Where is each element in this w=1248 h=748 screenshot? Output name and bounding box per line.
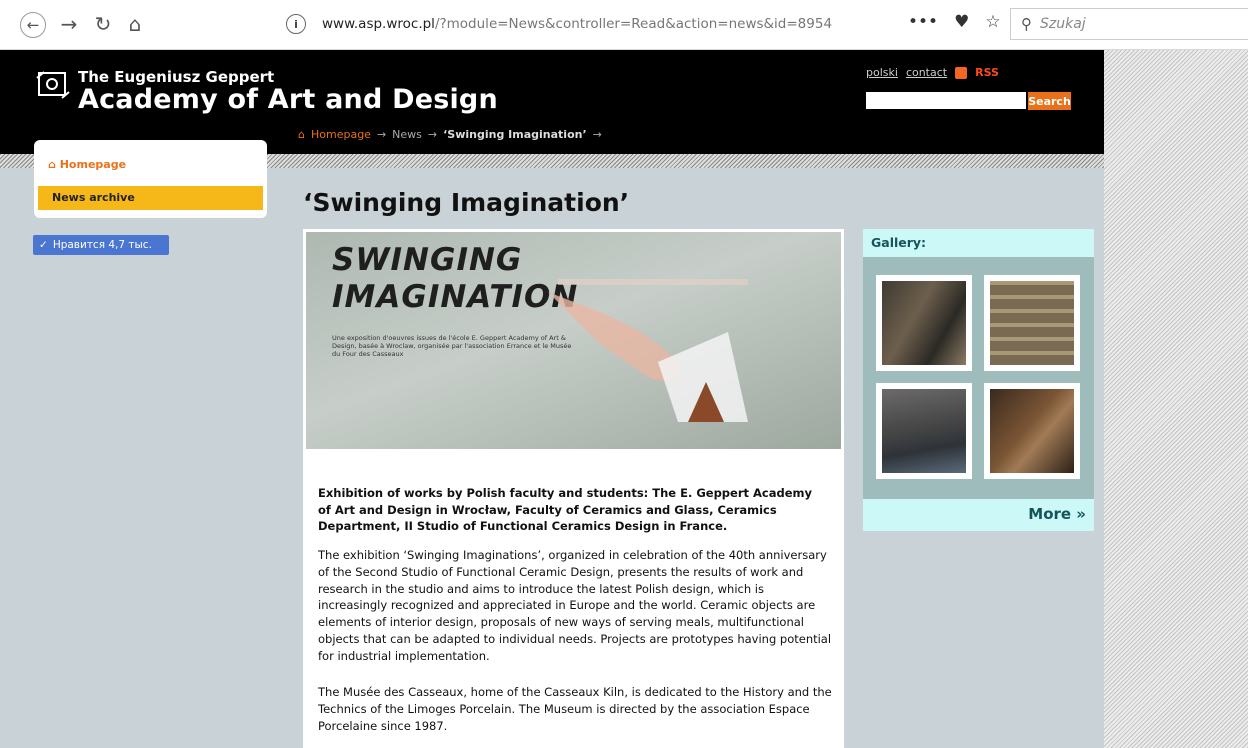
breadcrumb-separator: → (427, 128, 438, 141)
sidebar-item-homepage[interactable]: ⌂ Homepage (48, 158, 126, 171)
search-icon: ⚲ (1021, 15, 1032, 33)
url-text[interactable]: www.asp.wroc.pl/?module=News&controller=… (322, 16, 832, 32)
back-icon[interactable]: ← (20, 12, 46, 38)
hero-caption: Une exposition d'oeuvres issues de l'éco… (332, 334, 572, 359)
gallery-thumbnail[interactable] (876, 275, 972, 371)
breadcrumb-separator: → (376, 128, 387, 141)
check-icon: ✓ (39, 239, 48, 251)
header-links: polski contact RSS (866, 66, 999, 79)
gallery-thumbnail[interactable] (984, 275, 1080, 371)
gallery-more-link[interactable]: More » (1028, 505, 1086, 523)
forward-icon[interactable]: → (54, 9, 84, 39)
browser-toolbar: ← → ↻ ⌂ i www.asp.wroc.pl/?module=News&c… (0, 0, 1248, 50)
breadcrumb-news[interactable]: News (392, 128, 422, 141)
breadcrumb-home-icon[interactable]: ⌂ (298, 128, 305, 141)
gallery-thumbnail[interactable] (984, 383, 1080, 479)
like-count: Нравится 4,7 тыс. (52, 239, 152, 251)
site-search-input[interactable] (866, 92, 1026, 109)
page-actions: ••• ♥ ☆ (908, 12, 1001, 32)
site-title[interactable]: Academy of Art and Design (78, 84, 498, 115)
breadcrumb: ⌂ Homepage → News → ‘Swinging Imaginatio… (298, 128, 602, 141)
site-search-button[interactable]: Search (1028, 92, 1071, 110)
hand-illustration (548, 279, 748, 422)
reload-icon[interactable]: ↻ (88, 9, 118, 39)
rss-link[interactable]: RSS (975, 66, 999, 79)
breadcrumb-current: ‘Swinging Imagination’ (443, 128, 587, 141)
browser-search-input[interactable]: ⚲ Szukaj (1010, 8, 1248, 40)
gallery-panel: Gallery: More » (863, 229, 1094, 531)
sidebar-item-news-archive[interactable]: News archive (38, 186, 263, 210)
article-content: SWINGING IMAGINATION Une exposition d'oeu… (303, 229, 844, 748)
article-paragraph: The Musée des Casseaux, home of the Cass… (318, 685, 832, 733)
page-title: ‘Swinging Imagination’ (303, 188, 630, 217)
article-hero-image: SWINGING IMAGINATION Une exposition d'oeu… (306, 232, 841, 449)
rss-icon[interactable] (955, 66, 968, 79)
header-left-edge (0, 50, 18, 154)
polski-link[interactable]: polski (866, 66, 898, 79)
home-icon[interactable]: ⌂ (120, 9, 150, 39)
search-placeholder: Szukaj (1040, 16, 1086, 32)
article-lead: Exhibition of works by Polish faculty an… (318, 486, 812, 534)
gallery-footer: More » (863, 499, 1094, 531)
gallery-thumbnail[interactable] (876, 383, 972, 479)
breadcrumb-separator: → (592, 128, 602, 141)
academy-logo-icon[interactable] (36, 68, 70, 102)
breadcrumb-home[interactable]: Homepage (311, 128, 371, 141)
article-paragraph: The exhibition ‘Swinging Imaginations’, … (318, 548, 832, 663)
star-icon[interactable]: ☆ (985, 12, 1000, 32)
left-navigation: ⌂ Homepage News archive (34, 140, 267, 218)
gallery-heading: Gallery: (863, 229, 1094, 257)
info-icon[interactable]: i (286, 14, 306, 34)
contact-link[interactable]: contact (906, 66, 947, 79)
pocket-icon[interactable]: ♥ (954, 12, 969, 32)
address-bar[interactable]: i www.asp.wroc.pl/?module=News&controlle… (282, 8, 1000, 40)
more-icon[interactable]: ••• (908, 12, 938, 32)
like-button[interactable]: ✓ Нравится 4,7 тыс. (33, 235, 169, 255)
right-hatched-background (1104, 50, 1248, 748)
